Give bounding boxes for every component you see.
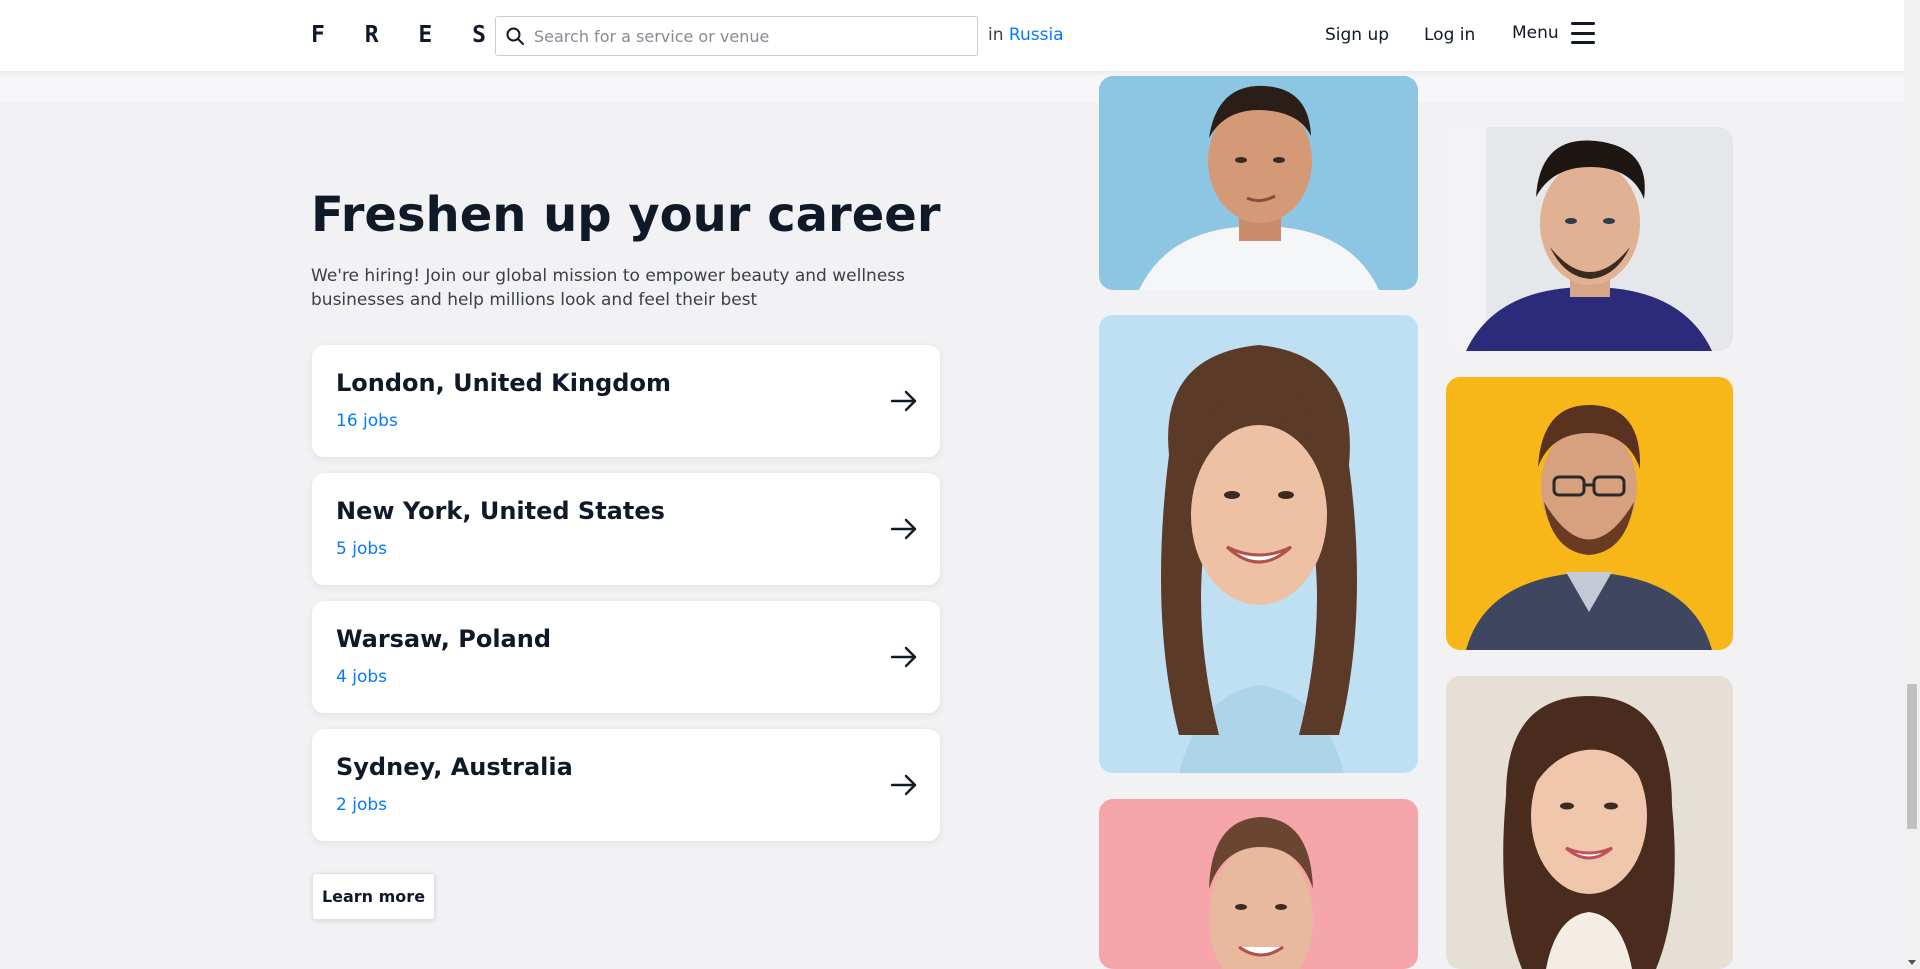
woman-pink-background-photo [1099,799,1418,969]
woman-long-hair-photo [1446,676,1733,969]
job-city: New York, United States [336,497,665,525]
header-strip [0,71,1904,102]
search-input[interactable] [534,26,954,46]
search-box[interactable] [495,16,978,56]
arrow-right-icon [890,774,917,796]
arrow-right-icon [890,646,917,668]
learn-more-button[interactable]: Learn more [312,873,435,920]
hamburger-icon [1570,22,1595,44]
scroll-down-arrow-icon[interactable] [1908,960,1916,965]
job-count: 16 jobs [336,411,398,431]
job-city: London, United Kingdom [336,369,671,397]
location-selector: in Russia [988,25,1064,45]
menu-label: Menu [1512,23,1559,43]
job-card-warsaw[interactable]: Warsaw, Poland 4 jobs [312,601,940,713]
job-count: 5 jobs [336,539,387,559]
job-count: 4 jobs [336,667,387,687]
job-card-new-york[interactable]: New York, United States 5 jobs [312,473,940,585]
arrow-right-icon [890,390,917,412]
man-white-shirt-photo [1099,76,1418,290]
arrow-right-icon [890,518,917,540]
job-count: 2 jobs [336,795,387,815]
smiling-woman-photo [1099,315,1418,773]
search-icon [506,27,524,45]
scrollbar-thumb[interactable] [1907,684,1917,829]
job-city: Warsaw, Poland [336,625,552,653]
location-link[interactable]: Russia [1009,25,1064,45]
page-scrollbar[interactable] [1904,0,1920,969]
job-city: Sydney, Australia [336,753,573,781]
man-purple-shirt-photo [1446,127,1733,351]
job-card-sydney[interactable]: Sydney, Australia 2 jobs [312,729,940,841]
location-prefix: in [988,25,1004,45]
menu-button[interactable]: Menu [1512,22,1595,44]
site-header: F R E S H A in Russia Sign up Log in Men… [0,0,1904,71]
log-in-link[interactable]: Log in [1424,25,1475,45]
sign-up-link[interactable]: Sign up [1325,25,1389,45]
page-title: Freshen up your career [311,187,941,243]
bearded-man-glasses-photo [1446,377,1733,650]
careers-subtitle: We're hiring! Join our global mission to… [311,266,906,310]
job-card-london[interactable]: London, United Kingdom 16 jobs [312,345,940,457]
